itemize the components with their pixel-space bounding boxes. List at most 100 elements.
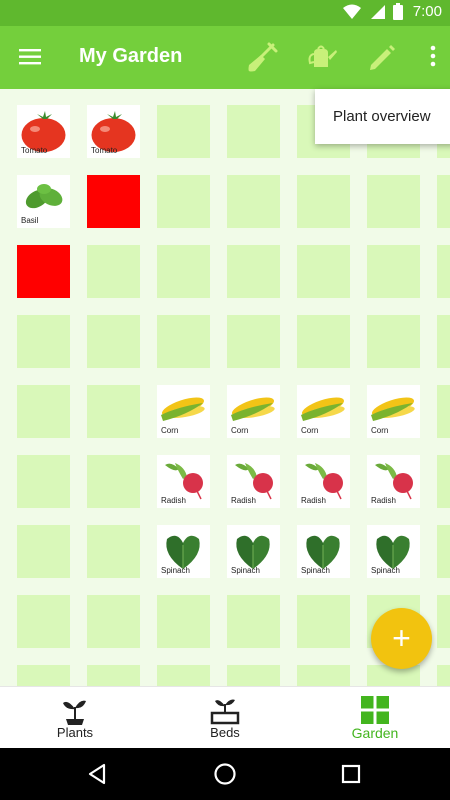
edit-button[interactable]	[365, 41, 399, 75]
plant-cell-corn[interactable]: Corn	[157, 385, 210, 438]
empty-bed-cell[interactable]	[367, 245, 420, 298]
empty-bed-cell[interactable]	[17, 455, 70, 508]
empty-bed-cell[interactable]	[17, 525, 70, 578]
empty-bed-cell[interactable]	[17, 315, 70, 368]
plant-cell-corn[interactable]: Corn	[297, 385, 350, 438]
plant-cell-tomato[interactable]: Tomato	[17, 105, 70, 158]
empty-bed-cell[interactable]	[437, 665, 450, 686]
watering-can-button[interactable]	[305, 41, 339, 75]
battery-icon	[392, 3, 403, 20]
back-triangle-icon	[88, 763, 106, 785]
plant-label: Spinach	[161, 566, 190, 575]
grid-icon	[361, 696, 389, 724]
plant-label: Corn	[161, 426, 179, 435]
plant-label: Radish	[301, 496, 326, 505]
plant-label: Spinach	[371, 566, 400, 575]
empty-bed-cell[interactable]	[157, 245, 210, 298]
plant-label: Tomato	[21, 146, 48, 155]
watering-can-icon	[308, 45, 337, 67]
empty-bed-cell[interactable]	[297, 245, 350, 298]
signal-icon	[370, 4, 385, 19]
app-title: My Garden	[79, 45, 183, 67]
overflow-popup-menu: Plant overview	[315, 89, 450, 144]
nav-item-plants[interactable]: Plants	[0, 687, 150, 749]
plant-label: Corn	[301, 426, 319, 435]
recents-button[interactable]	[339, 762, 363, 786]
empty-bed-cell[interactable]	[297, 595, 350, 648]
plant-cell-radish[interactable]: Radish	[157, 455, 210, 508]
status-time: 7:00	[412, 3, 442, 20]
plus-icon: +	[392, 620, 411, 656]
empty-bed-cell[interactable]	[437, 595, 450, 648]
plant-cell-spinach[interactable]: Spinach	[297, 525, 350, 578]
empty-bed-cell[interactable]	[227, 105, 280, 158]
empty-bed-cell[interactable]	[227, 175, 280, 228]
bottom-navigation: Plants Beds Garden	[0, 686, 450, 749]
empty-bed-cell[interactable]	[367, 175, 420, 228]
empty-bed-cell[interactable]	[157, 665, 210, 686]
plant-cell-corn[interactable]: Corn	[367, 385, 420, 438]
empty-bed-cell[interactable]	[157, 105, 210, 158]
empty-bed-cell[interactable]	[437, 315, 450, 368]
hamburger-menu-icon	[19, 49, 41, 65]
empty-bed-cell[interactable]	[17, 385, 70, 438]
empty-bed-cell[interactable]	[227, 665, 280, 686]
bed-sprout-icon	[210, 699, 240, 725]
empty-bed-cell[interactable]	[437, 385, 450, 438]
empty-bed-cell[interactable]	[297, 665, 350, 686]
empty-bed-cell[interactable]	[367, 315, 420, 368]
red-bed-cell[interactable]	[87, 175, 140, 228]
add-fab-button[interactable]: +	[371, 608, 432, 669]
empty-bed-cell[interactable]	[227, 595, 280, 648]
red-bed-cell[interactable]	[17, 245, 70, 298]
home-button[interactable]	[213, 762, 237, 786]
empty-bed-cell[interactable]	[157, 595, 210, 648]
plant-cell-tomato[interactable]: Tomato	[87, 105, 140, 158]
plant-cell-radish[interactable]: Radish	[297, 455, 350, 508]
plant-label: Radish	[161, 496, 186, 505]
menu-item-plant-overview[interactable]: Plant overview	[333, 108, 431, 125]
nav-item-garden[interactable]: Garden	[300, 687, 450, 749]
plant-label: Spinach	[231, 566, 260, 575]
plant-cell-spinach[interactable]: Spinach	[227, 525, 280, 578]
empty-bed-cell[interactable]	[157, 175, 210, 228]
nav-label-beds: Beds	[210, 725, 240, 740]
shovel-icon	[248, 42, 278, 72]
nav-item-beds[interactable]: Beds	[150, 687, 300, 749]
empty-bed-cell[interactable]	[87, 385, 140, 438]
empty-bed-cell[interactable]	[17, 595, 70, 648]
empty-bed-cell[interactable]	[87, 665, 140, 686]
plant-label: Radish	[371, 496, 396, 505]
plant-cell-spinach[interactable]: Spinach	[367, 525, 420, 578]
empty-bed-cell[interactable]	[87, 455, 140, 508]
plant-label: Spinach	[301, 566, 330, 575]
app-bar: My Garden	[0, 26, 450, 89]
plant-cell-corn[interactable]: Corn	[227, 385, 280, 438]
empty-bed-cell[interactable]	[157, 315, 210, 368]
plant-cell-radish[interactable]: Radish	[367, 455, 420, 508]
empty-bed-cell[interactable]	[437, 245, 450, 298]
back-button[interactable]	[86, 762, 110, 786]
empty-bed-cell[interactable]	[437, 525, 450, 578]
plant-cell-radish[interactable]: Radish	[227, 455, 280, 508]
menu-button[interactable]	[18, 44, 44, 70]
nav-label-garden: Garden	[351, 725, 399, 741]
empty-bed-cell[interactable]	[437, 175, 450, 228]
empty-bed-cell[interactable]	[87, 595, 140, 648]
system-navigation-bar	[0, 748, 450, 800]
plant-cell-spinach[interactable]: Spinach	[157, 525, 210, 578]
empty-bed-cell[interactable]	[437, 455, 450, 508]
plant-cell-basil[interactable]: Basil	[17, 175, 70, 228]
empty-bed-cell[interactable]	[227, 245, 280, 298]
empty-bed-cell[interactable]	[297, 175, 350, 228]
plant-label: Corn	[231, 426, 249, 435]
overflow-menu-button[interactable]	[428, 42, 438, 72]
empty-bed-cell[interactable]	[87, 245, 140, 298]
shovel-button[interactable]	[245, 41, 279, 75]
empty-bed-cell[interactable]	[297, 315, 350, 368]
empty-bed-cell[interactable]	[87, 315, 140, 368]
home-circle-icon	[214, 763, 236, 785]
empty-bed-cell[interactable]	[17, 665, 70, 686]
empty-bed-cell[interactable]	[227, 315, 280, 368]
empty-bed-cell[interactable]	[87, 525, 140, 578]
